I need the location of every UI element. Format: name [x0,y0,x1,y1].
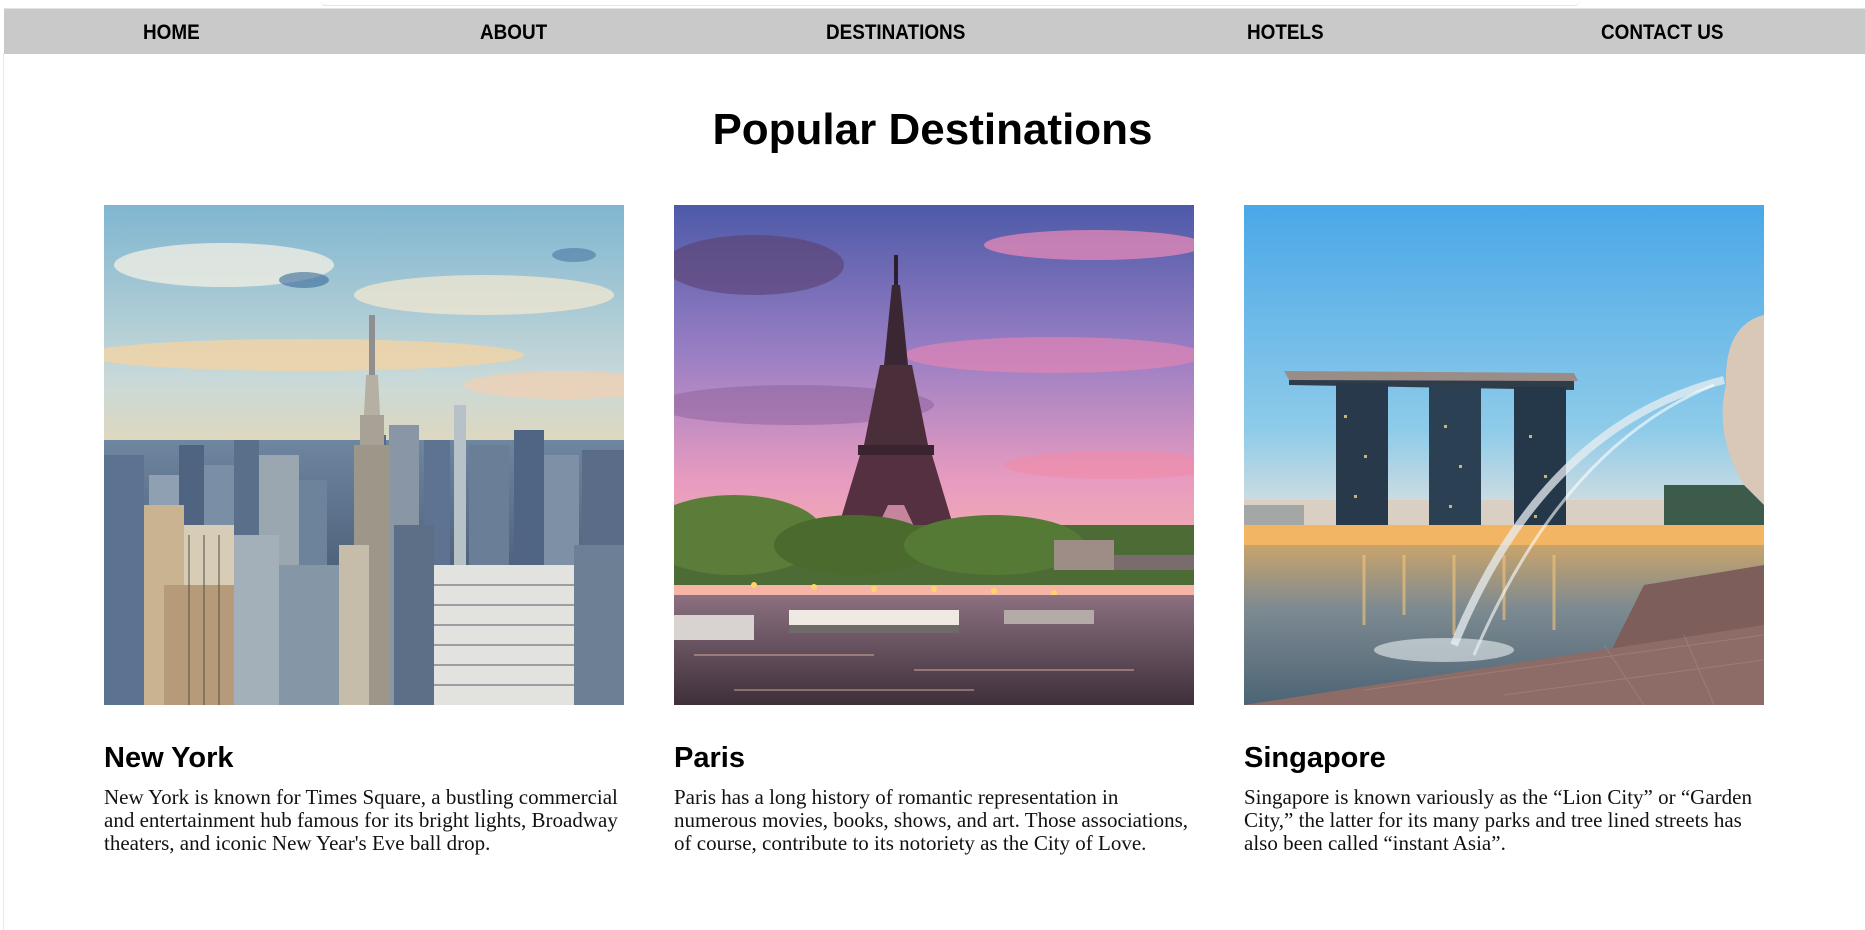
nav-item-home[interactable]: HOME [143,9,200,54]
top-navigation-bar: HOME ABOUT DESTINATIONS HOTELS CONTACT U… [4,8,1865,54]
destination-card-new-york: New York New York is known for Times Squ… [104,205,624,855]
nav-item-destinations[interactable]: DESTINATIONS [826,9,965,54]
destination-card-singapore: Singapore Singapore is known variously a… [1244,205,1764,855]
destination-description: Paris has a long history of romantic rep… [674,785,1189,855]
destination-description: New York is known for Times Square, a bu… [104,785,618,855]
nav-item-contact-us[interactable]: CONTACT US [1601,9,1723,54]
page-left-border [3,53,4,930]
destination-title: New York [104,742,234,774]
nav-item-hotels[interactable]: HOTELS [1247,9,1324,54]
frame-shadow [320,0,1580,6]
destination-title: Singapore [1244,742,1386,774]
paris-eiffel-tower-image [674,205,1194,705]
singapore-marina-bay-image [1244,205,1764,705]
destination-card-paris: Paris Paris has a long history of romant… [674,205,1194,855]
nav-item-about[interactable]: ABOUT [480,9,547,54]
destination-title: Paris [674,742,745,774]
new-york-skyline-image [104,205,624,705]
page-title: Popular Destinations [712,105,1153,154]
destination-description: Singapore is known variously as the “Lio… [1244,785,1752,855]
